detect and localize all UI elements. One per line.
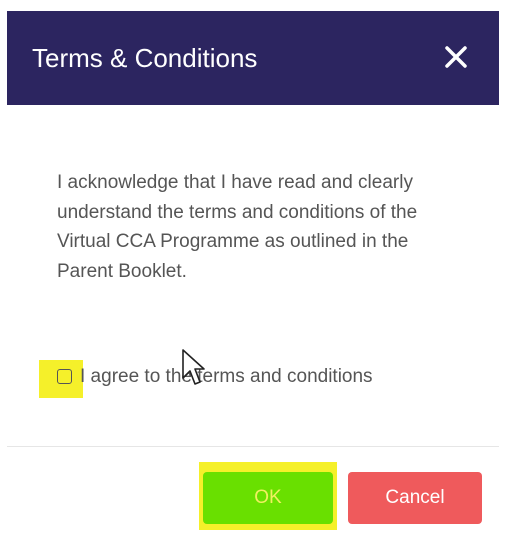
agree-checkbox[interactable] xyxy=(57,369,72,384)
agreement-text: I acknowledge that I have read and clear… xyxy=(57,172,418,282)
cancel-button[interactable]: Cancel xyxy=(348,472,482,524)
close-button[interactable] xyxy=(440,41,472,73)
close-icon xyxy=(445,46,467,68)
agree-checkbox-label[interactable]: I agree to the terms and conditions xyxy=(80,364,373,390)
dialog-title: Terms & Conditions xyxy=(32,43,258,73)
dialog-body: I acknowledge that I have read and clear… xyxy=(7,105,499,445)
ok-button[interactable]: OK xyxy=(203,472,333,524)
dialog-header: Terms & Conditions xyxy=(7,11,499,105)
terms-dialog: Terms & Conditions I acknowledge that I … xyxy=(7,11,499,541)
footer-divider xyxy=(7,446,499,447)
